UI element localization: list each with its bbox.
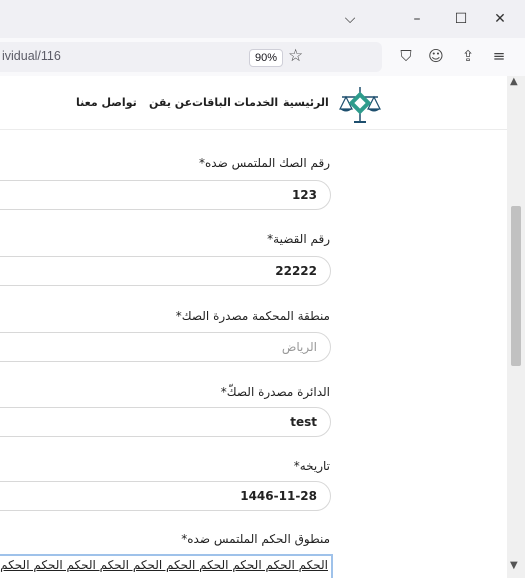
account-icon[interactable]: ☺ [426,46,446,66]
court-circuit-input[interactable]: test [0,407,331,437]
nav-about[interactable]: عن يقن [149,96,192,109]
app-menu-icon[interactable]: ≡ [489,46,509,66]
deed-number-label: رقم الصك الملتمس ضده* [198,156,330,170]
deed-number-value: 123 [291,188,317,202]
tab-list-chevron-icon[interactable]: ⌵ [339,8,361,30]
page-content: الرئيسية الخدمات الباقات عن يقن تواصل مع… [0,76,507,578]
date-input[interactable]: 1446-11-28 [0,481,331,511]
court-circuit-label: الدائرة مصدرة الصكّ* [220,385,330,399]
url-text[interactable]: ividual/116 [2,49,61,63]
nav-services[interactable]: الخدمات [234,96,278,109]
maximize-button[interactable]: ☐ [450,8,472,30]
court-region-placeholder: الرياض [281,340,317,354]
nav-packages[interactable]: الباقات [192,96,231,109]
nav-contact[interactable]: تواصل معنا [76,96,137,109]
zoom-indicator[interactable]: 90% [249,49,283,67]
site-header: الرئيسية الخدمات الباقات عن يقن تواصل مع… [0,76,507,130]
extensions-icon[interactable]: ⇪ [458,46,478,66]
browser-navbar: ividual/116 90% ☆ ⛉ ☺ ⇪ ≡ [0,38,525,76]
url-bar[interactable]: ividual/116 90% ☆ [0,42,382,72]
deed-number-input[interactable]: 123 [0,180,331,210]
scroll-down-icon[interactable]: ▼ [510,560,518,571]
site-logo-icon[interactable] [338,81,382,125]
case-number-input[interactable]: 22222 [0,256,331,286]
nav-home[interactable]: الرئيسية [283,96,329,109]
case-number-value: 22222 [275,264,317,278]
ruling-text-textarea[interactable]: الحكم الحكم الحكم الحكم الحكم الحكم الحك… [0,554,333,578]
close-window-button[interactable]: ✕ [489,8,511,30]
court-region-label: منطقة المحكمة مصدرة الصك* [175,309,330,323]
page-scrollbar[interactable]: ▲ ▼ [507,76,525,578]
ruling-text-label: منطوق الحكم الملتمس ضده* [181,532,330,546]
court-region-input[interactable]: الرياض [0,332,331,362]
date-label: تاريخه* [293,459,330,473]
bookmark-star-icon[interactable]: ☆ [288,46,303,66]
scroll-up-icon[interactable]: ▲ [510,76,518,87]
minimize-button[interactable]: – [406,8,428,30]
case-number-label: رقم القضية* [267,232,330,246]
date-value: 1446-11-28 [240,489,317,503]
court-circuit-value: test [290,415,317,429]
browser-titlebar: ⌵ – ☐ ✕ [0,0,525,38]
ruling-text-value: الحكم الحكم الحكم الحكم الحكم الحكم الحك… [0,558,328,572]
pocket-icon[interactable]: ⛉ [396,46,416,66]
scrollbar-thumb[interactable] [511,206,521,366]
